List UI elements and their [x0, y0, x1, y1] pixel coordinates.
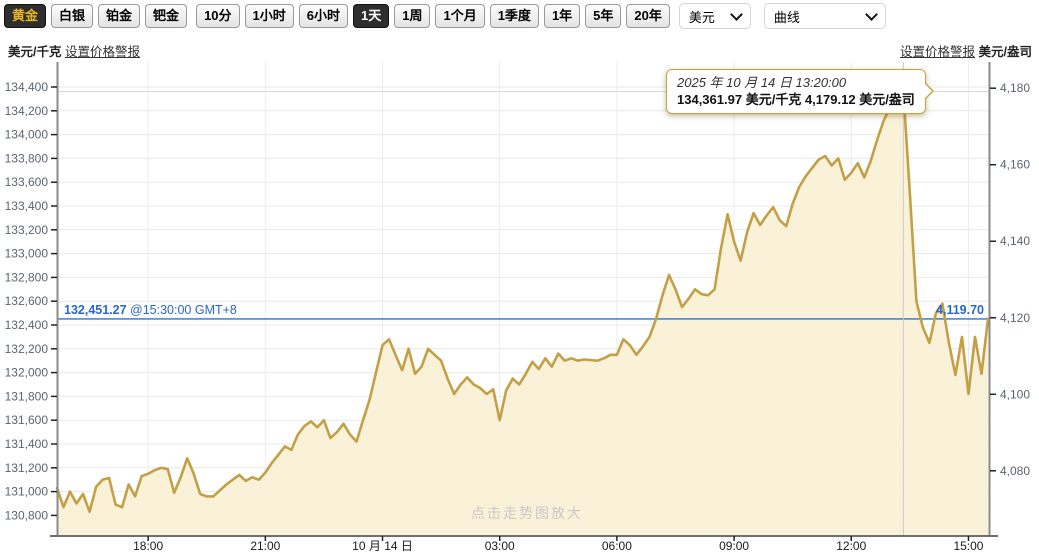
left-axis-label: 134,200 — [5, 104, 49, 118]
left-axis-label: 131,600 — [5, 413, 49, 427]
watermark[interactable]: 点击走势图放大 — [437, 503, 617, 523]
chart-tooltip: 2025 年 10 月 14 日 13:20:00 134,361.97 美元/… — [666, 69, 926, 114]
left-axis-label: 132,200 — [5, 342, 49, 356]
left-axis-label: 133,800 — [5, 151, 49, 165]
left-axis-label: 131,400 — [5, 437, 49, 451]
time-axis-label: 21:00 — [250, 539, 280, 553]
left-axis-label: 133,000 — [5, 247, 49, 261]
left-axis-label: 130,800 — [5, 508, 49, 522]
tooltip-oz-unit: 美元/盎司 — [859, 92, 915, 107]
left-axis-label: 133,600 — [5, 175, 49, 189]
left-axis-label: 133,200 — [5, 223, 49, 237]
time-axis-label: 06:00 — [602, 539, 632, 553]
right-axis-label: 4,080 — [1000, 464, 1030, 478]
right-axis-label: 4,180 — [1000, 81, 1030, 95]
last-price-value: 132,451.27 — [64, 303, 127, 317]
left-axis-label: 132,600 — [5, 294, 49, 308]
gold-price-chart-app: 黄金白银铂金钯金 10分1小时6小时1天1周1个月1季度1年5年20年 美元 曲… — [0, 0, 1039, 556]
left-axis-label: 131,800 — [5, 389, 49, 403]
left-axis-label: 132,400 — [5, 318, 49, 332]
tooltip-kg-unit: 美元/千克 — [746, 92, 802, 107]
right-axis-label: 4,120 — [1000, 311, 1030, 325]
right-axis-label: 4,140 — [1000, 234, 1030, 248]
time-axis-label: 09:00 — [719, 539, 749, 553]
left-axis-label: 134,400 — [5, 80, 49, 94]
left-axis-label: 134,000 — [5, 128, 49, 142]
tooltip-oz-value: 4,179.12 — [805, 92, 856, 107]
time-axis-label: 15:00 — [953, 539, 983, 553]
right-axis-label: 4,100 — [1000, 387, 1030, 401]
last-price-label: 132,451.27 @15:30:00 GMT+8 — [64, 303, 237, 317]
right-axis-label: 4,160 — [1000, 158, 1030, 172]
left-axis-label: 131,200 — [5, 461, 49, 475]
time-axis-label: 18:00 — [133, 539, 163, 553]
time-axis-label: 03:00 — [485, 539, 515, 553]
left-axis-label: 131,000 — [5, 485, 49, 499]
last-price-time: @15:30:00 GMT+8 — [127, 303, 237, 317]
tooltip-values: 134,361.97 美元/千克 4,179.12 美元/盎司 — [677, 91, 915, 108]
left-axis-label: 133,400 — [5, 199, 49, 213]
tooltip-date: 2025 年 10 月 14 日 13:20:00 — [677, 74, 915, 91]
time-axis-label: 12:00 — [836, 539, 866, 553]
tooltip-arrow-icon — [925, 84, 932, 98]
left-axis-label: 132,800 — [5, 270, 49, 284]
last-price-right-label: 4,119.70 — [912, 303, 984, 317]
tooltip-kg-value: 134,361.97 — [677, 92, 742, 107]
time-axis-label: 10 月 14 日 — [352, 539, 413, 553]
left-axis-label: 132,000 — [5, 366, 49, 380]
